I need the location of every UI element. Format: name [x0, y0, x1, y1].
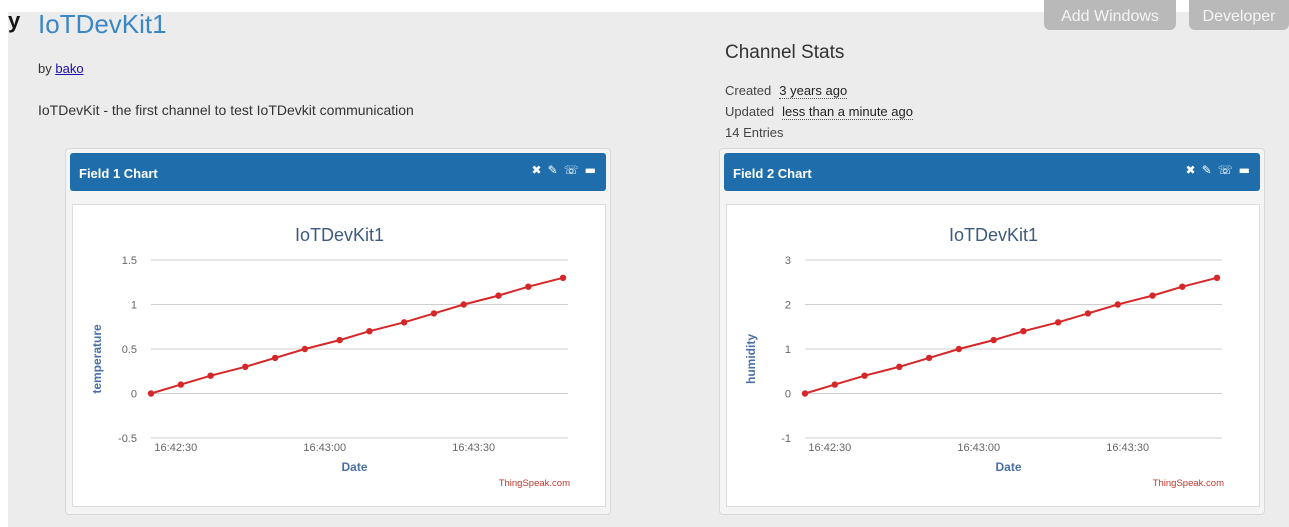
data-point	[495, 292, 502, 299]
panel-icons: ✖ ✎ ☏ ▬	[526, 161, 596, 177]
corner-glyph: y	[8, 8, 21, 33]
y-tick-label: -1	[781, 433, 791, 445]
data-point	[1213, 274, 1221, 281]
field-2-chart-panel: Field 2 Chart ✖ ✎ ☏ ▬ IoTDevKit1 3 2 1 0 -1 16:42…	[719, 148, 1265, 515]
panel-icons: ✖ ✎ ☏ ▬	[1180, 161, 1250, 177]
y-tick-label: 0	[785, 389, 791, 401]
field-2-chart: IoTDevKit1 3 2 1 0 -1 16:42:30 16:43:00 16:43:30…	[744, 225, 1224, 489]
data-point	[271, 354, 279, 362]
x-axis-label: Date	[995, 460, 1021, 474]
y-axis-label: humidity	[744, 334, 758, 384]
y-tick-label: 2	[785, 300, 791, 312]
y-tick-label: 0	[131, 389, 137, 401]
data-point	[400, 319, 408, 326]
data-point	[990, 336, 997, 344]
data-point	[1054, 319, 1062, 326]
data-point	[525, 283, 532, 290]
x-tick-label: 16:42:30	[808, 442, 851, 454]
byline: by bako	[38, 61, 84, 76]
data-point	[1114, 301, 1121, 308]
data-point	[1084, 310, 1092, 317]
chart-credit: ThingSpeak.com	[499, 478, 570, 489]
panel-header: Field 2 Chart ✖ ✎ ☏ ▬	[724, 153, 1260, 191]
panel-title: Field 2 Chart	[733, 166, 812, 181]
data-point	[242, 363, 249, 370]
data-point	[925, 354, 933, 362]
data-point	[366, 328, 373, 335]
comment-icon[interactable]: ☏	[1218, 163, 1233, 177]
close-icon[interactable]: ✖	[1186, 163, 1196, 177]
y-tick-label: 0.5	[122, 344, 137, 356]
data-point	[336, 336, 343, 344]
stat-entries: 14 Entries	[725, 125, 784, 140]
stat-created: Created 3 years ago	[725, 83, 848, 99]
created-label: Created	[725, 83, 772, 98]
y-tick-label: 3	[785, 255, 791, 267]
channel-page: y IoTDevKit1 by bako IoTDevKit - the fir…	[8, 0, 1289, 527]
byline-prefix: by	[38, 61, 52, 76]
chart-title: IoTDevKit1	[949, 225, 1038, 245]
x-tick-label: 16:42:30	[154, 442, 197, 454]
y-tick-label: 1.5	[122, 255, 137, 267]
data-point	[460, 301, 467, 308]
developer-button[interactable]: Developer	[1189, 0, 1289, 30]
x-tick-label: 16:43:30	[452, 442, 495, 454]
panel-header: Field 1 Chart ✖ ✎ ☏ ▬	[70, 153, 606, 191]
y-tick-label: -0.5	[118, 433, 137, 445]
data-point	[147, 390, 155, 397]
field-1-chart-panel: Field 1 Chart ✖ ✎ ☏ ▬ IoTDevKit1 1.5 1 0.5 0 -0.…	[65, 148, 611, 515]
data-point	[801, 390, 809, 397]
data-point	[1020, 328, 1027, 335]
data-point	[177, 381, 184, 388]
data-point	[1149, 292, 1156, 299]
y-axis-label: temperature	[90, 324, 104, 394]
minimize-icon[interactable]: ▬	[1239, 163, 1250, 177]
data-point	[1179, 283, 1186, 290]
chart-frame: IoTDevKit1 3 2 1 0 -1 16:42:30 16:43:00 16:43:30…	[726, 204, 1260, 507]
data-point	[861, 372, 868, 379]
minimize-icon[interactable]: ▬	[585, 163, 596, 177]
channel-stats-heading: Channel Stats	[725, 42, 845, 63]
x-tick-label: 16:43:30	[1106, 442, 1149, 454]
chart-credit: ThingSpeak.com	[1153, 478, 1224, 489]
data-point	[559, 274, 567, 281]
data-point	[896, 363, 903, 370]
edit-icon[interactable]: ✎	[548, 163, 558, 177]
author-link[interactable]: bako	[55, 61, 83, 76]
add-windows-button[interactable]: Add Windows	[1044, 0, 1176, 30]
channel-description: IoTDevKit - the first channel to test Io…	[38, 102, 414, 118]
x-tick-label: 16:43:00	[303, 442, 346, 454]
created-value: 3 years ago	[779, 83, 848, 99]
data-point	[831, 381, 838, 388]
channel-title: IoTDevKit1	[38, 9, 167, 39]
data-point	[207, 372, 214, 379]
edit-icon[interactable]: ✎	[1202, 163, 1212, 177]
close-icon[interactable]: ✖	[532, 163, 542, 177]
updated-value: less than a minute ago	[782, 104, 913, 120]
data-point	[430, 310, 438, 317]
chart-frame: IoTDevKit1 1.5 1 0.5 0 -0.5 16:42:30 16:43:00 16…	[72, 204, 606, 507]
y-tick-label: 1	[131, 300, 137, 312]
field-1-chart: IoTDevKit1 1.5 1 0.5 0 -0.5 16:42:30 16:43:00 16…	[90, 225, 570, 489]
x-tick-label: 16:43:00	[957, 442, 1000, 454]
y-tick-label: 1	[785, 344, 791, 356]
data-point	[955, 345, 963, 353]
comment-icon[interactable]: ☏	[564, 163, 579, 177]
x-axis-label: Date	[341, 460, 367, 474]
panel-title: Field 1 Chart	[79, 166, 158, 181]
updated-label: Updated	[725, 104, 775, 119]
stat-updated: Updated less than a minute ago	[725, 104, 913, 120]
data-point	[301, 345, 309, 353]
chart-title: IoTDevKit1	[295, 225, 384, 245]
